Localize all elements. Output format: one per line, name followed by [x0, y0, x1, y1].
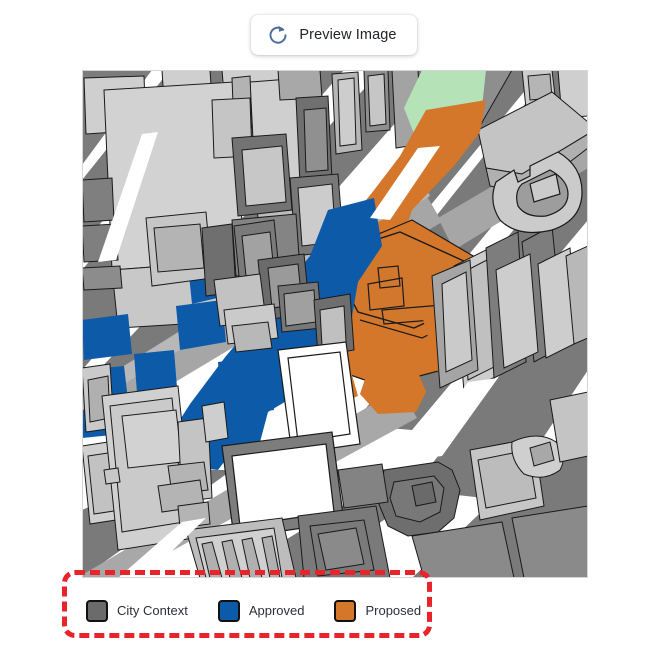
- legend-swatch-proposed: [334, 599, 357, 622]
- legend-swatch-approved: [217, 599, 240, 622]
- city-massing-map: [82, 70, 588, 578]
- legend-item-city-context[interactable]: City Context: [86, 599, 188, 622]
- legend-label-proposed: Proposed: [365, 603, 422, 618]
- legend-label-city-context: City Context: [117, 603, 188, 618]
- legend-item-approved[interactable]: Approved: [217, 599, 305, 622]
- toolbar: Preview Image: [0, 0, 668, 70]
- refresh-icon: [269, 25, 287, 44]
- preview-image-button-label: Preview Image: [299, 27, 397, 43]
- legend-label-approved: Approved: [248, 603, 305, 618]
- map-legend: City Context Approved Proposed: [66, 583, 432, 638]
- preview-image-button[interactable]: Preview Image: [251, 15, 417, 55]
- map-preview-image[interactable]: [82, 70, 588, 578]
- legend-item-proposed[interactable]: Proposed: [334, 599, 422, 622]
- legend-swatch-city-context: [86, 599, 108, 622]
